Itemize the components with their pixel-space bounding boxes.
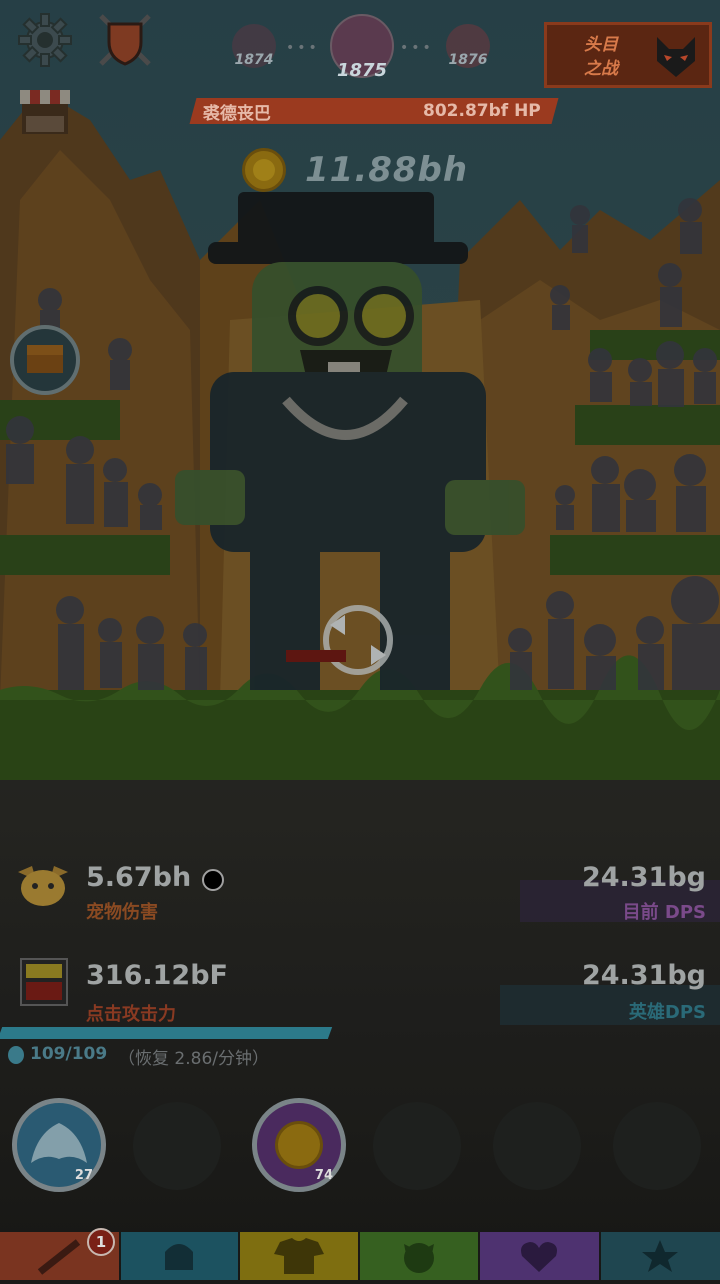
crossed-swords-shield-icon [99, 14, 151, 66]
boss-fight-label: 头目 之战 [584, 35, 618, 79]
boss-hp-banner: 裘德丧巴 802.87bf HP [189, 98, 559, 124]
info-dot[interactable] [202, 869, 224, 891]
pet-icon [404, 1243, 434, 1273]
skill-level: 74 [314, 1168, 333, 1183]
shirt-icon [274, 1238, 324, 1274]
stage-current: 1875 [336, 60, 388, 81]
game-scene [0, 0, 720, 1280]
tab-badge: 1 [87, 1228, 115, 1256]
stage-prev: 1874 [234, 52, 274, 68]
skill-locked-5[interactable] [493, 1102, 581, 1190]
hero-dps-value: 24.31bg [581, 960, 706, 991]
gold-crown-icon [275, 1121, 323, 1169]
gold-amount: 11.88bh [305, 150, 469, 190]
stage-dots-right: ••• [400, 40, 434, 56]
boss-hp: 802.87bf HP [423, 101, 541, 121]
mana-bar-fill [0, 1027, 333, 1039]
stage-next: 1876 [448, 52, 488, 68]
clan-shield-button[interactable] [95, 10, 155, 70]
market-stall-icon [20, 90, 70, 134]
settings-button[interactable] [17, 12, 73, 68]
skill-locked-2[interactable] [133, 1102, 221, 1190]
boss-name: 裘德丧巴 [203, 103, 271, 124]
skill-locked-4[interactable] [373, 1102, 461, 1190]
gold-coin-icon [242, 148, 286, 192]
pet-damage-label: 宠物伤害 [86, 902, 158, 923]
skill-level: 27 [74, 1168, 93, 1183]
skill-hand-of-midas[interactable]: 74 [252, 1098, 346, 1192]
current-dps-label: 目前 DPS [622, 902, 706, 923]
mana-potion-icon [8, 1046, 24, 1064]
tab-heroes[interactable] [121, 1232, 238, 1280]
tab-pets[interactable] [360, 1232, 478, 1280]
tab-equipment[interactable] [240, 1232, 358, 1280]
stage-dots-left: ••• [286, 40, 320, 56]
mana-bar [0, 1027, 333, 1039]
pet-icon [14, 862, 72, 912]
skill-locked-6[interactable] [613, 1102, 701, 1190]
gear-icon [18, 13, 72, 67]
star-icon [642, 1240, 678, 1272]
tab-shop[interactable] [601, 1232, 720, 1280]
hero-dps-label: 英雄DPS [628, 1002, 706, 1023]
tab-hero[interactable]: 1 [0, 1228, 119, 1280]
helmet-icon [165, 1244, 193, 1270]
shop-stall-button[interactable] [16, 88, 74, 140]
hero-portrait-icon [20, 958, 68, 1006]
mana-regen: （恢复 2.86/分钟） [118, 1049, 269, 1069]
pet-damage-value: 5.67bh [86, 862, 192, 893]
heart-icon [521, 1242, 557, 1272]
tap-damage-value: 316.12bF [86, 960, 228, 991]
devil-mask-icon [657, 37, 695, 77]
boss-fight-button[interactable]: 头目 之战 [544, 22, 712, 88]
tap-damage-label: 点击攻击力 [86, 1004, 176, 1025]
mana-value: 109/109 [30, 1044, 108, 1064]
tab-clan[interactable] [480, 1232, 599, 1280]
skill-heavenly-strike[interactable]: 27 [12, 1098, 106, 1192]
current-dps-value: 24.31bg [581, 862, 706, 893]
